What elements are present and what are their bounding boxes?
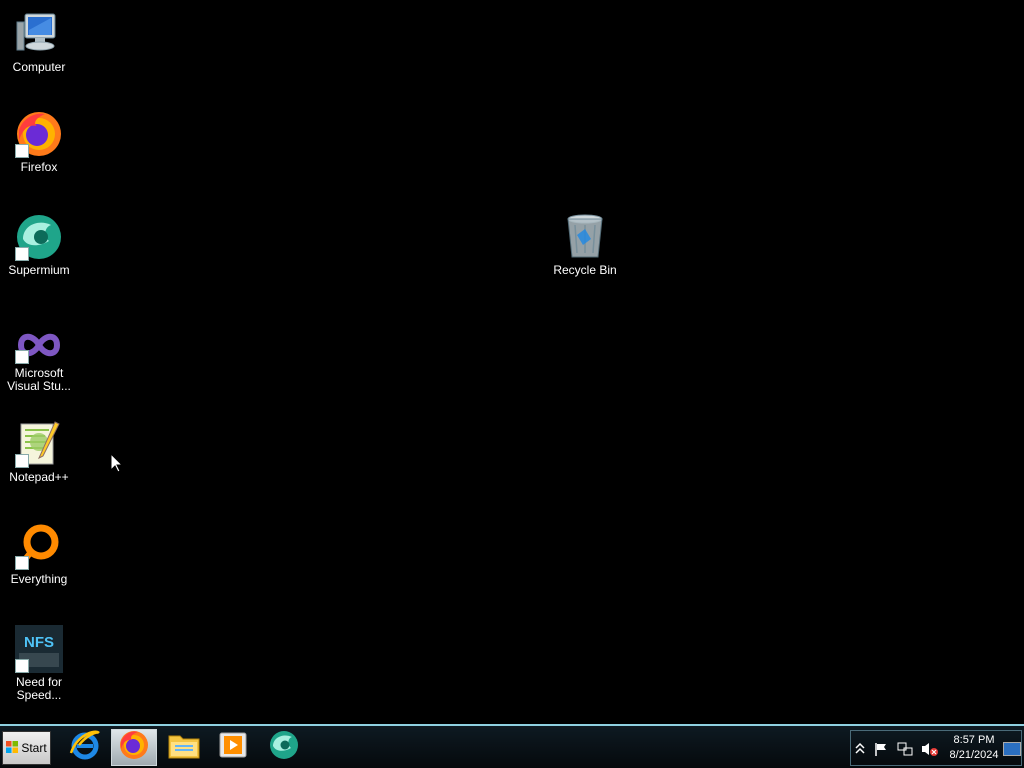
start-button[interactable]: Start <box>2 731 51 765</box>
volume-muted-icon[interactable] <box>921 741 938 757</box>
taskbar-app-media-player[interactable] <box>210 729 256 766</box>
desktop-icon-notepad-plus-plus[interactable]: Notepad++ <box>0 420 78 484</box>
media-player-icon <box>218 731 248 764</box>
clock[interactable]: 8:57 PM 8/21/2024 <box>943 733 1005 763</box>
need-for-speed-icon: NFS <box>15 625 63 673</box>
network-icon[interactable] <box>897 741 913 757</box>
desktop-icon-label: Computer <box>12 60 66 74</box>
desktop-icon-recycle-bin[interactable]: Recycle Bin <box>546 213 624 277</box>
shortcut-arrow-icon <box>15 350 29 364</box>
windows-logo-icon <box>6 740 19 756</box>
desktop-icon-firefox[interactable]: Firefox <box>0 110 78 174</box>
recycle-bin-icon <box>561 213 609 261</box>
supermium-icon <box>15 213 63 261</box>
shortcut-arrow-icon <box>15 454 29 468</box>
desktop-icon-computer[interactable]: Computer <box>0 10 78 74</box>
desktop-icon-label: Supermium <box>8 263 70 277</box>
desktop-icon-label: Microsoft Visual Stu... <box>7 366 71 393</box>
desktop-icon-label: Need for Speed... <box>15 675 63 702</box>
shortcut-arrow-icon <box>15 247 29 261</box>
desktop-icon-label: Recycle Bin <box>553 263 617 277</box>
file-explorer-icon <box>167 730 201 765</box>
shortcut-arrow-icon <box>15 659 29 673</box>
desktop-icon-label: Notepad++ <box>9 470 69 484</box>
clock-time: 8:57 PM <box>953 734 995 746</box>
show-desktop-button[interactable] <box>1003 742 1021 756</box>
desktop-icon-supermium[interactable]: Supermium <box>0 213 78 277</box>
shortcut-arrow-icon <box>15 144 29 158</box>
system-tray: 8:57 PM 8/21/2024 <box>850 730 1022 766</box>
clock-date: 8/21/2024 <box>949 749 999 761</box>
desktop-icon-label: Firefox <box>20 160 58 174</box>
taskbar-app-file-explorer[interactable] <box>161 729 207 766</box>
taskbar-app-firefox[interactable] <box>111 729 157 766</box>
start-label: Start <box>21 741 47 755</box>
desktop: Computer Firefox Supermium Microsoft Vis… <box>0 0 1024 724</box>
desktop-icon-label: Everything <box>10 572 68 586</box>
show-hidden-icons-icon[interactable] <box>854 741 870 757</box>
action-center-flag-icon[interactable] <box>873 741 889 757</box>
firefox-icon <box>15 110 63 158</box>
taskbar: Start 8:57 PM 8/21/2024 <box>0 724 1024 768</box>
svg-text:NFS: NFS <box>24 634 54 651</box>
everything-icon <box>15 522 63 570</box>
taskbar-app-supermium[interactable] <box>261 729 307 766</box>
desktop-icon-visual-studio[interactable]: Microsoft Visual Stu... <box>0 326 78 393</box>
mouse-cursor-icon <box>110 452 124 473</box>
taskbar-app-internet-explorer[interactable] <box>62 729 108 766</box>
firefox-icon <box>118 729 150 766</box>
desktop-icon-need-for-speed[interactable]: NFS Need for Speed... <box>0 625 78 702</box>
computer-icon <box>15 10 63 58</box>
shortcut-arrow-icon <box>15 556 29 570</box>
internet-explorer-icon <box>69 729 101 766</box>
supermium-icon <box>268 729 300 766</box>
notepad-plus-plus-icon <box>15 420 63 468</box>
desktop-icon-everything[interactable]: Everything <box>0 522 78 586</box>
visual-studio-icon <box>15 326 63 364</box>
